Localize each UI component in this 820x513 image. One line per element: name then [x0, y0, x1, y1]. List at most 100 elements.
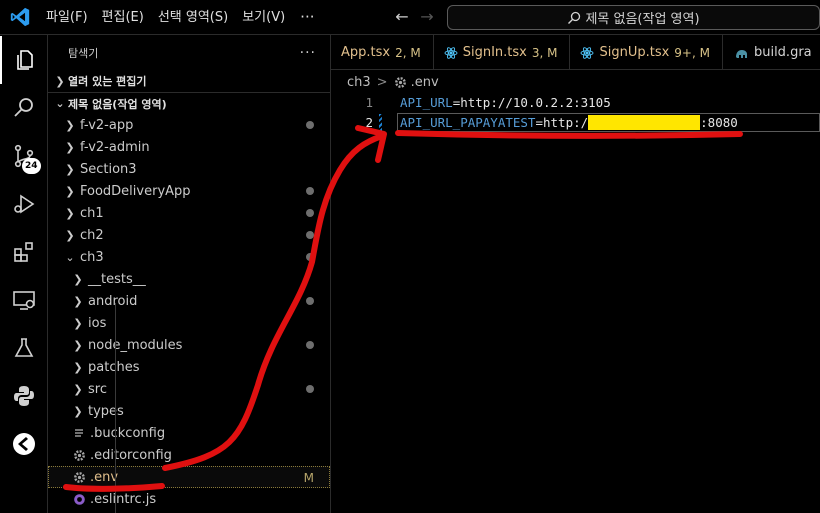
tab-status: 3, M — [531, 45, 558, 60]
breadcrumb-folder[interactable]: ch3 — [347, 75, 371, 90]
tree-folder-ch3[interactable]: ⌄ ch3 — [48, 246, 330, 268]
indent-guide — [115, 303, 116, 513]
menu-more-button[interactable]: ··· — [292, 8, 322, 26]
menu-edit[interactable]: 편집(E) — [95, 0, 151, 35]
modified-dot — [306, 231, 314, 239]
tab-signup-tsx[interactable]: SignUp.tsx 9+, M — [570, 35, 723, 69]
tree-item-label: .eslintrc.js — [90, 491, 157, 507]
source-control-icon[interactable]: 24 — [0, 132, 48, 180]
explorer-sidebar: 탐색기 ··· ❯ 열려 있는 편집기 ⌄ 제목 없음(작업 영역) ❯ f-v2… — [48, 35, 331, 513]
tree-file-editorconfig[interactable]: .editorconfig — [48, 444, 330, 466]
search-icon — [568, 11, 581, 24]
tree-item-label: ch3 — [80, 249, 104, 265]
run-debug-icon[interactable] — [0, 180, 48, 228]
chevron-right-icon: ❯ — [73, 272, 83, 286]
tree-item-label: src — [88, 381, 107, 397]
tree-item-label: ios — [88, 315, 107, 331]
tree-folder-node-modules[interactable]: ❯ node_modules — [48, 334, 330, 356]
breadcrumb: ch3 > .env — [331, 71, 820, 93]
chevron-right-icon: ❯ — [73, 382, 83, 396]
modified-dot — [306, 187, 314, 195]
tree-folder-types[interactable]: ❯ types — [48, 400, 330, 422]
modified-dot — [306, 297, 314, 305]
modified-dot — [306, 385, 314, 393]
source-control-badge: 24 — [22, 158, 41, 174]
python-icon[interactable] — [0, 372, 48, 420]
chevron-right-icon: ❯ — [73, 316, 83, 330]
activity-bar: 24 — [0, 35, 48, 513]
tree-folder-section3[interactable]: ❯ Section3 — [48, 158, 330, 180]
chevron-right-icon: ❯ — [65, 162, 75, 176]
tree-folder-ios[interactable]: ❯ ios — [48, 312, 330, 334]
tree-item-label: f-v2-admin — [80, 139, 150, 155]
tree-file-eslintrc[interactable]: .eslintrc.js — [48, 488, 330, 510]
modified-dot — [306, 121, 314, 129]
env-equals: = — [535, 115, 543, 130]
tree-item-label: .editorconfig — [90, 447, 172, 463]
eslint-icon — [72, 492, 86, 506]
workspace-section[interactable]: ⌄ 제목 없음(작업 영역) — [48, 92, 330, 114]
explorer-more-button[interactable]: ··· — [300, 45, 316, 61]
gear-file-icon — [394, 76, 406, 88]
tree-item-label: __tests__ — [88, 271, 146, 287]
editor-tabs: App.tsx 2, M SignIn.tsx 3, M SignUp.tsx … — [331, 35, 820, 70]
chevron-right-icon: ❯ — [55, 74, 65, 88]
tab-label: SignUp.tsx — [599, 45, 670, 60]
tree-folder-patches[interactable]: ❯ patches — [48, 356, 330, 378]
tab-app-tsx[interactable]: App.tsx 2, M — [331, 35, 434, 69]
back-arrow-icon[interactable]: ← — [392, 7, 412, 27]
env-value: http://10.0.2.2:3105 — [460, 95, 611, 110]
tree-folder-ch1[interactable]: ❯ ch1 — [48, 202, 330, 224]
search-view-icon[interactable] — [0, 84, 48, 132]
chevron-right-icon: ❯ — [73, 360, 83, 374]
tree-folder-android[interactable]: ❯ android — [48, 290, 330, 312]
chevron-right-icon: ❯ — [73, 294, 83, 308]
tab-label: App.tsx — [341, 45, 391, 60]
testing-flask-icon[interactable] — [0, 324, 48, 372]
tree-folder-fooddeliveryapp[interactable]: ❯ FoodDeliveryApp — [48, 180, 330, 202]
chevron-down-icon: ⌄ — [55, 97, 65, 110]
tree-folder-tests[interactable]: ❯ __tests__ — [48, 268, 330, 290]
line-number: 1 — [365, 95, 373, 110]
tree-item-label: FoodDeliveryApp — [80, 183, 191, 199]
code-line-1: 1 API_URL=http://10.0.2.2:3105 — [331, 93, 820, 112]
menu-selection[interactable]: 선택 영역(S) — [151, 0, 235, 35]
breadcrumb-separator: > — [376, 74, 388, 90]
tree-item-label: .buckconfig — [90, 425, 166, 441]
code-editor[interactable]: 1 API_URL=http://10.0.2.2:3105 2 API_URL… — [331, 93, 820, 513]
tab-status: 2, M — [395, 45, 421, 60]
tree-file-buckconfig[interactable]: .buckconfig — [48, 422, 330, 444]
explorer-header: 탐색기 ··· — [48, 35, 330, 70]
open-editors-label: 열려 있는 편집기 — [68, 75, 147, 88]
breadcrumb-file[interactable]: .env — [411, 75, 439, 90]
tree-file-env[interactable]: .env M — [48, 466, 330, 488]
tab-status: 9+, M — [674, 45, 710, 60]
workspace-label: 제목 없음(작업 영역) — [68, 97, 167, 111]
extensions-icon[interactable] — [0, 228, 48, 276]
tab-signin-tsx[interactable]: SignIn.tsx 3, M — [434, 35, 571, 69]
tree-folder-f-v2-app[interactable]: ❯ f-v2-app — [48, 114, 330, 136]
tab-label: build.gra — [753, 45, 812, 60]
tree-folder-ch2[interactable]: ❯ ch2 — [48, 224, 330, 246]
menu-view[interactable]: 보기(V) — [235, 0, 292, 35]
tree-folder-src[interactable]: ❯ src — [48, 378, 330, 400]
remote-explorer-icon[interactable] — [0, 276, 48, 324]
tree-item-label: types — [88, 403, 124, 419]
redaction-block — [588, 115, 701, 130]
menu-file[interactable]: 파일(F) — [39, 0, 95, 35]
env-value-suffix: :8080 — [700, 115, 738, 130]
vscode-logo-icon — [10, 7, 30, 27]
text-file-icon — [72, 426, 86, 440]
tab-build-gradle[interactable]: build.gra — [723, 35, 820, 69]
line-code: API_URL=http://10.0.2.2:3105 — [400, 93, 611, 112]
tree-item-label: .env — [90, 469, 119, 485]
open-editors-section[interactable]: ❯ 열려 있는 편집기 — [48, 70, 330, 92]
tree-folder-f-v2-admin[interactable]: ❯ f-v2-admin — [48, 136, 330, 158]
code-line-2: 2 API_URL_PAPAYATEST=http:/:8080 — [331, 113, 820, 132]
explorer-icon[interactable] — [0, 36, 48, 84]
command-center-search[interactable]: 제목 없음(작업 영역) — [447, 5, 820, 30]
chevron-right-icon: ❯ — [73, 404, 83, 418]
react-icon — [581, 46, 594, 59]
forward-arrow-icon[interactable]: → — [417, 7, 437, 27]
flutter-extension-icon[interactable] — [0, 420, 48, 468]
